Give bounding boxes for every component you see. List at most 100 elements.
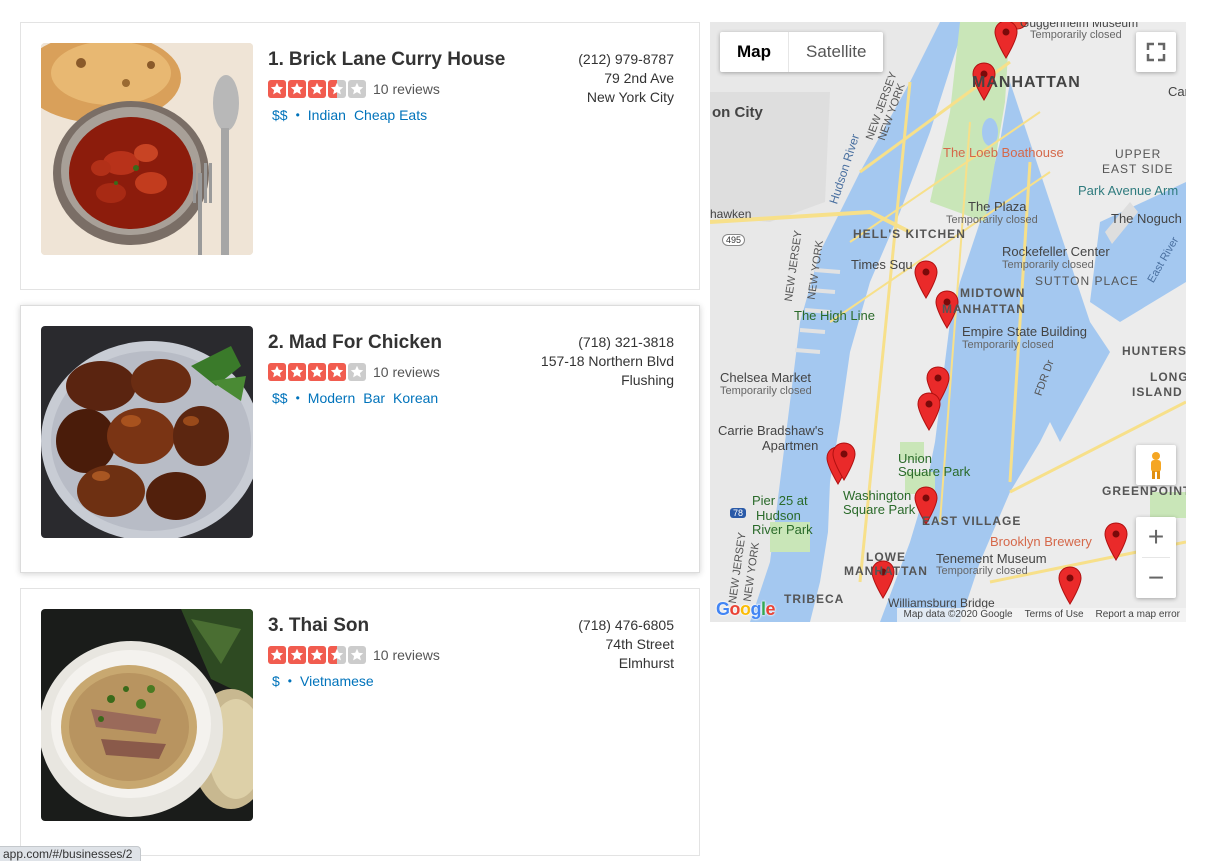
map-label: Square Park	[898, 464, 971, 479]
address-line1: 79 2nd Ave	[604, 70, 674, 86]
map-label: Hudson	[756, 508, 801, 523]
map-label: Chelsea Market	[720, 370, 812, 385]
star-icon	[268, 646, 286, 664]
category-link[interactable]: Vietnamese	[300, 673, 374, 689]
star-rating	[268, 80, 366, 98]
address-line1: 74th Street	[605, 636, 675, 652]
logo-letter: g	[750, 599, 762, 619]
map-label: Washington	[843, 488, 912, 503]
business-info: 3. Thai Son 10 reviews $ • Vietnamese	[268, 615, 528, 689]
map-type-satellite-button[interactable]: Satellite	[789, 32, 883, 72]
street-view-button[interactable]	[1136, 445, 1176, 485]
pegman-icon	[1151, 452, 1161, 479]
category-link[interactable]: Korean	[393, 390, 438, 406]
star-icon	[268, 80, 286, 98]
star-icon	[328, 363, 346, 381]
map-label: Carrie Bradshaw's	[718, 423, 824, 438]
address-line1: 157-18 Northern Blvd	[540, 353, 674, 369]
business-rank: 2.	[268, 332, 284, 353]
map-type-map-button[interactable]: Map	[720, 32, 788, 72]
map-data-attribution: Map data ©2020 Google	[903, 609, 1013, 620]
business-name-text[interactable]: Thai Son	[289, 615, 369, 637]
price-level: $$	[272, 390, 288, 406]
map-label: hawken	[710, 207, 752, 221]
star-icon	[348, 646, 366, 664]
map-label: Park Avenue Arm	[1078, 183, 1179, 198]
business-info: 1. Brick Lane Curry House 10 reviews $$ …	[268, 49, 528, 123]
map-label: LOWE	[866, 550, 906, 564]
map-marker-icon[interactable]	[917, 392, 941, 432]
separator-dot: •	[295, 108, 300, 122]
category-link[interactable]: Modern	[308, 390, 355, 406]
business-photo[interactable]	[41, 326, 253, 538]
map-label: GREENPOINT	[1102, 484, 1186, 498]
business-card[interactable]: 2. Mad For Chicken 10 reviews $$ • Moder…	[20, 305, 700, 573]
map-marker-icon[interactable]	[994, 22, 1018, 60]
star-icon	[288, 363, 306, 381]
fullscreen-button[interactable]	[1136, 32, 1176, 72]
business-name-text[interactable]: Brick Lane Curry House	[289, 49, 505, 71]
zoom-in-button[interactable]: +	[1136, 517, 1176, 557]
map-marker-icon[interactable]	[1104, 522, 1128, 562]
logo-letter: e	[765, 599, 776, 619]
map-label: The High Line	[794, 308, 875, 323]
report-map-error-link[interactable]: Report a map error	[1096, 608, 1180, 622]
map-label: HUNTERS PO	[1122, 344, 1186, 358]
map-label: MANHATTAN	[942, 302, 1026, 316]
price-level: $	[272, 673, 280, 689]
business-name[interactable]: 1. Brick Lane Curry House	[268, 49, 528, 71]
rating-row: 10 reviews	[268, 646, 528, 664]
business-rank: 3.	[268, 615, 284, 636]
star-icon	[308, 646, 326, 664]
separator-dot: •	[295, 391, 300, 405]
terms-of-use-link[interactable]: Terms of Use	[1025, 608, 1084, 622]
logo-letter: o	[729, 599, 741, 619]
star-rating	[268, 646, 366, 664]
map-label: Carl	[1168, 84, 1186, 99]
map-label: MANHATTAN	[844, 564, 928, 578]
map-label: Temporarily closed	[1030, 29, 1122, 41]
map-label: Empire State Building	[962, 324, 1088, 339]
browser-status-url: app.com/#/businesses/2	[0, 846, 142, 861]
google-logo: Google	[716, 599, 776, 620]
map-label: on City	[712, 104, 763, 121]
category-link[interactable]: Cheap Eats	[354, 107, 427, 123]
zoom-control: + −	[1136, 517, 1176, 598]
star-icon	[328, 80, 346, 98]
map-label: Temporarily closed	[946, 214, 1038, 226]
star-icon	[268, 363, 286, 381]
map-label: Rockefeller Center	[1002, 244, 1110, 259]
map-label: MANHATTAN	[972, 74, 1081, 91]
map-label: Tenement Museum	[936, 551, 1047, 566]
star-icon	[328, 646, 346, 664]
business-card[interactable]: 3. Thai Son 10 reviews $ • Vietnamese (7…	[20, 588, 700, 856]
logo-letter: o	[740, 599, 751, 619]
zoom-out-button[interactable]: −	[1136, 558, 1176, 598]
map-label: The Loeb Boathouse	[943, 145, 1064, 160]
business-card[interactable]: 1. Brick Lane Curry House 10 reviews $$ …	[20, 22, 700, 290]
star-icon	[308, 80, 326, 98]
map-label: Brooklyn Brewery	[990, 534, 1092, 549]
map-label: River Park	[752, 522, 813, 537]
map-label: EAST VILLAGE	[922, 514, 1022, 528]
star-icon	[348, 363, 366, 381]
category-link[interactable]: Bar	[363, 390, 385, 406]
map-marker-icon[interactable]	[1058, 566, 1082, 606]
chicken-photo-image	[41, 326, 253, 538]
fullscreen-icon	[1146, 42, 1166, 62]
phone-number: (718) 321-3818	[578, 334, 674, 350]
map-marker-icon[interactable]	[832, 442, 856, 482]
business-tags: $ • Vietnamese	[268, 673, 528, 689]
rating-row: 10 reviews	[268, 80, 528, 98]
category-link[interactable]: Indian	[308, 107, 346, 123]
map-label: Apartmen	[762, 438, 819, 453]
business-photo[interactable]	[41, 609, 253, 821]
map-label: LONG	[1150, 370, 1186, 384]
business-photo[interactable]	[41, 43, 253, 255]
business-name-text[interactable]: Mad For Chicken	[289, 332, 442, 354]
map-label: Square Park	[843, 502, 916, 517]
map-view[interactable]: MANHATTAN Guggenheim Museum Temporarily …	[710, 22, 1186, 622]
business-name[interactable]: 2. Mad For Chicken	[268, 332, 528, 354]
business-tags: $$ • Modern Bar Korean	[268, 390, 528, 406]
business-name[interactable]: 3. Thai Son	[268, 615, 528, 637]
